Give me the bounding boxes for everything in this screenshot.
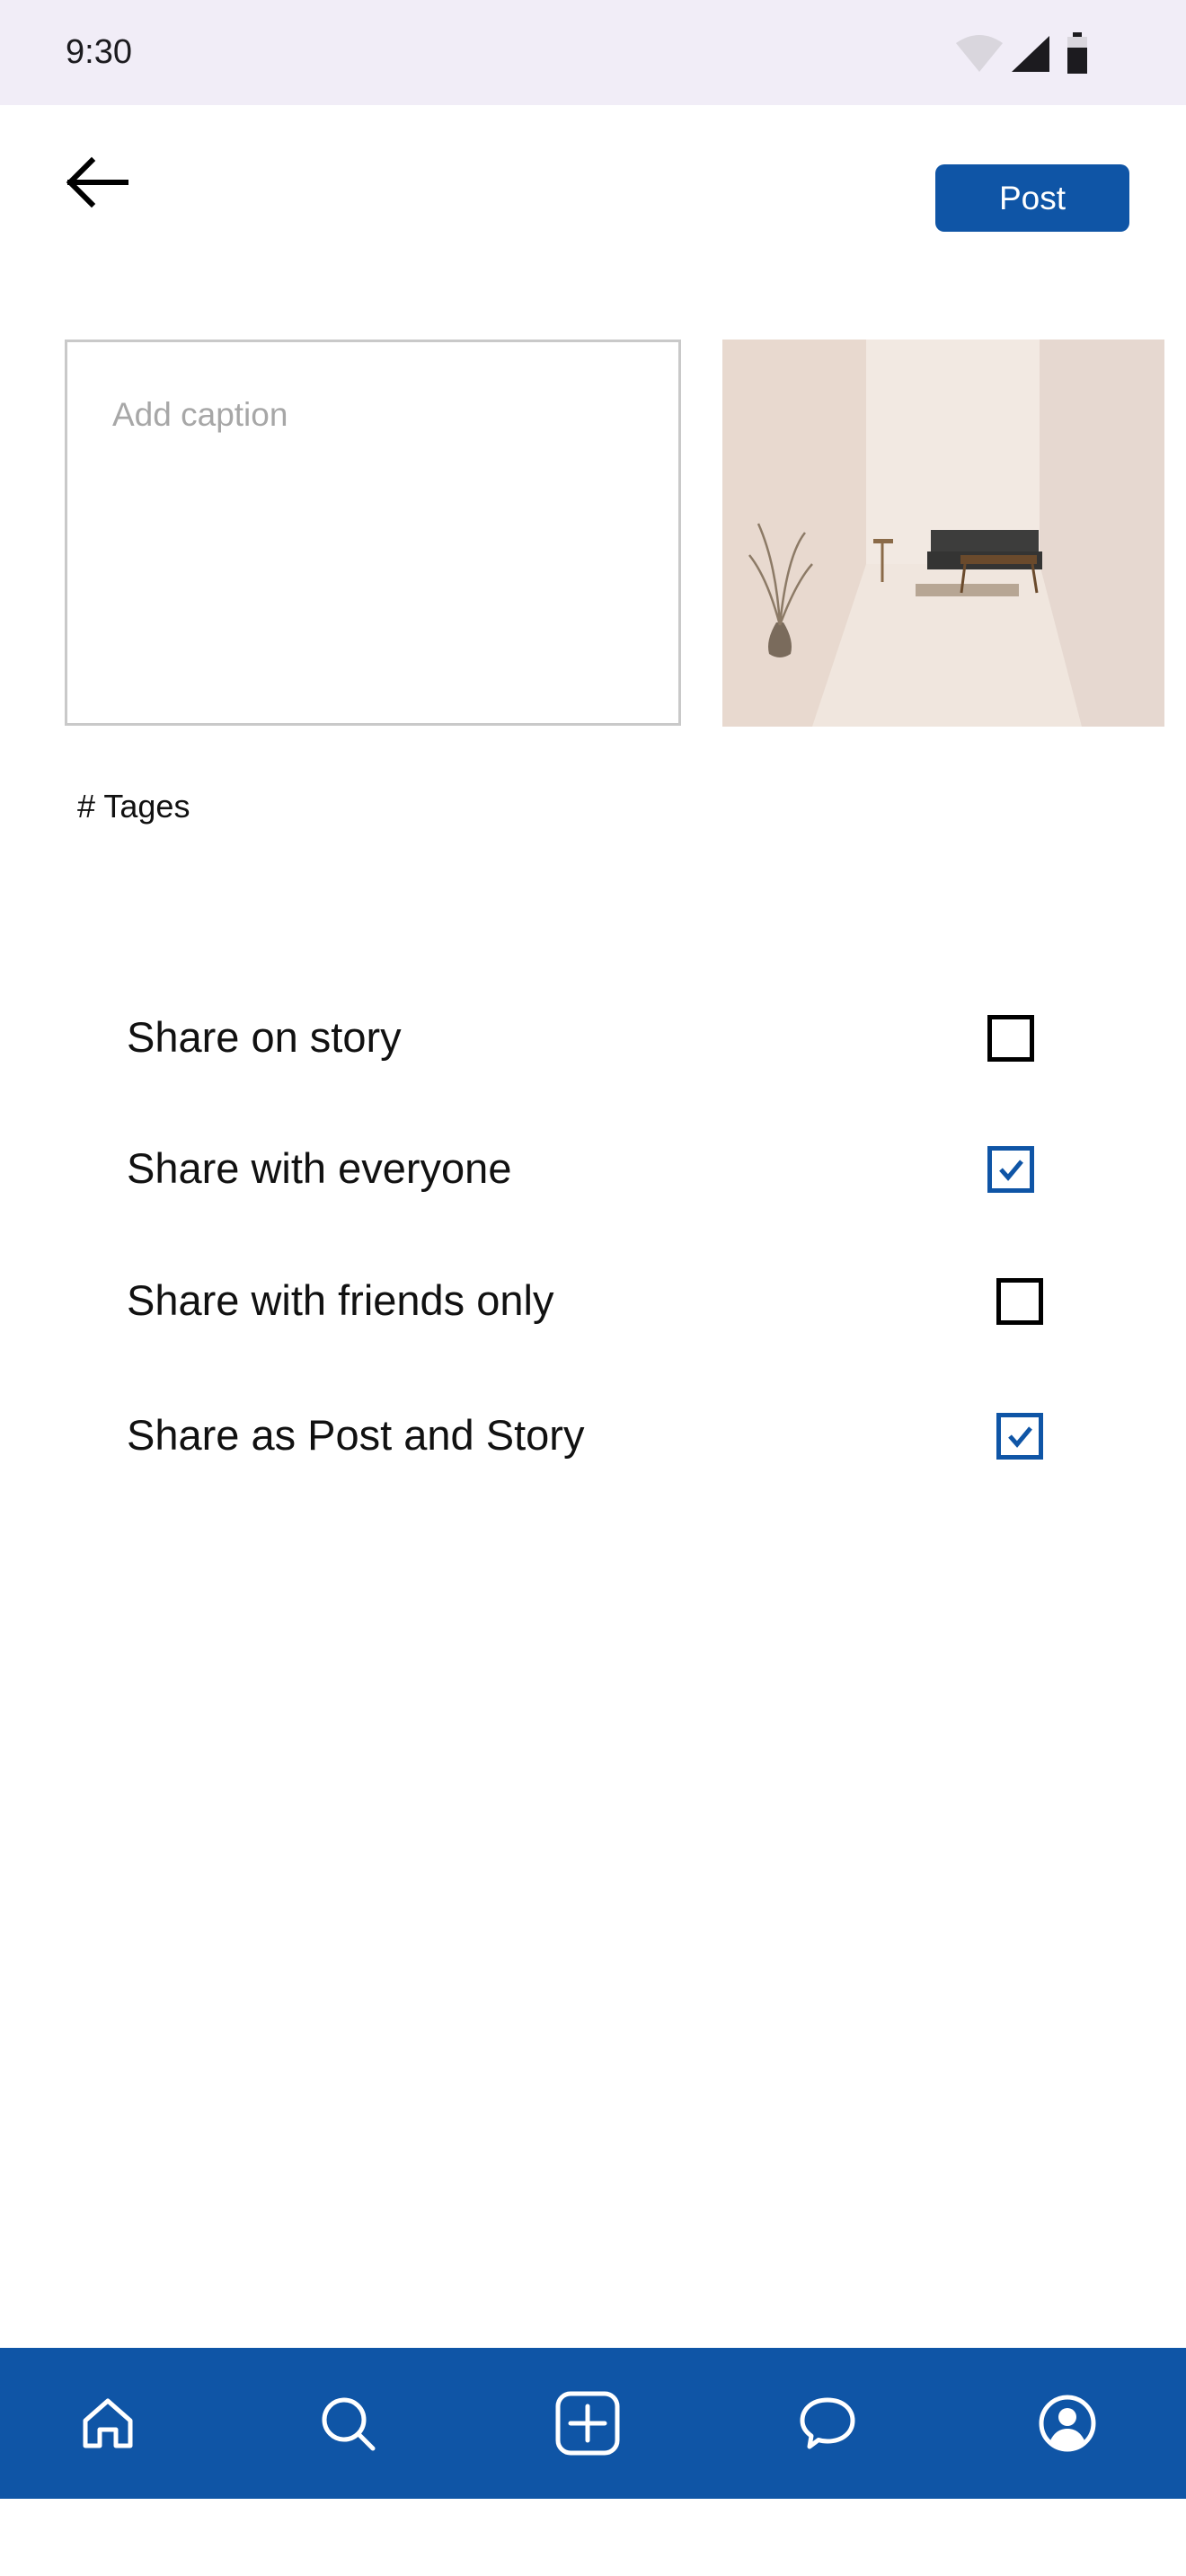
back-button[interactable] [56,151,137,214]
checkmark-icon [1008,1426,1032,1448]
status-time: 9:30 [66,33,132,71]
bottom-nav [0,2348,1186,2499]
caption-input[interactable] [112,396,633,701]
chat-icon [800,2397,855,2449]
status-bar: 9:30 [0,0,1186,105]
option-label: Share with friends only [127,1276,554,1324]
arrow-left-icon [66,156,128,208]
nav-home[interactable] [54,2348,162,2499]
wifi-icon [956,35,1003,72]
profile-icon [1039,2395,1096,2452]
home-icon [83,2398,133,2448]
status-icons [952,31,1114,75]
tags-link[interactable]: # Tages [77,786,190,827]
option-label: Share with everyone [127,1144,512,1192]
caption-box[interactable] [65,340,681,726]
option-share-with-everyone[interactable]: Share with everyone [127,1128,1061,1209]
nav-profile[interactable] [1013,2348,1121,2499]
search-icon [322,2397,376,2451]
nav-add-post[interactable] [534,2348,642,2499]
option-share-on-story[interactable]: Share on story [127,997,1061,1078]
option-share-as-post-and-story[interactable]: Share as Post and Story [127,1395,1061,1476]
nav-search[interactable] [294,2348,402,2499]
nav-chat[interactable] [774,2348,881,2499]
checkmark-icon [999,1160,1023,1181]
option-label: Share on story [127,1013,402,1061]
battery-icon [1067,32,1087,74]
share-with-everyone-checkbox[interactable] [987,1146,1034,1193]
post-photo [722,340,1164,727]
share-with-friends-only-checkbox[interactable] [996,1278,1043,1325]
option-label: Share as Post and Story [127,1411,585,1459]
share-as-post-and-story-checkbox[interactable] [996,1413,1043,1460]
bottom-safe-area [0,2499,1186,2576]
option-share-with-friends-only[interactable]: Share with friends only [127,1260,1061,1341]
add-post-icon [555,2391,620,2456]
post-button[interactable]: Post [935,164,1129,232]
signal-icon [1012,36,1049,72]
share-on-story-checkbox[interactable] [987,1015,1034,1062]
